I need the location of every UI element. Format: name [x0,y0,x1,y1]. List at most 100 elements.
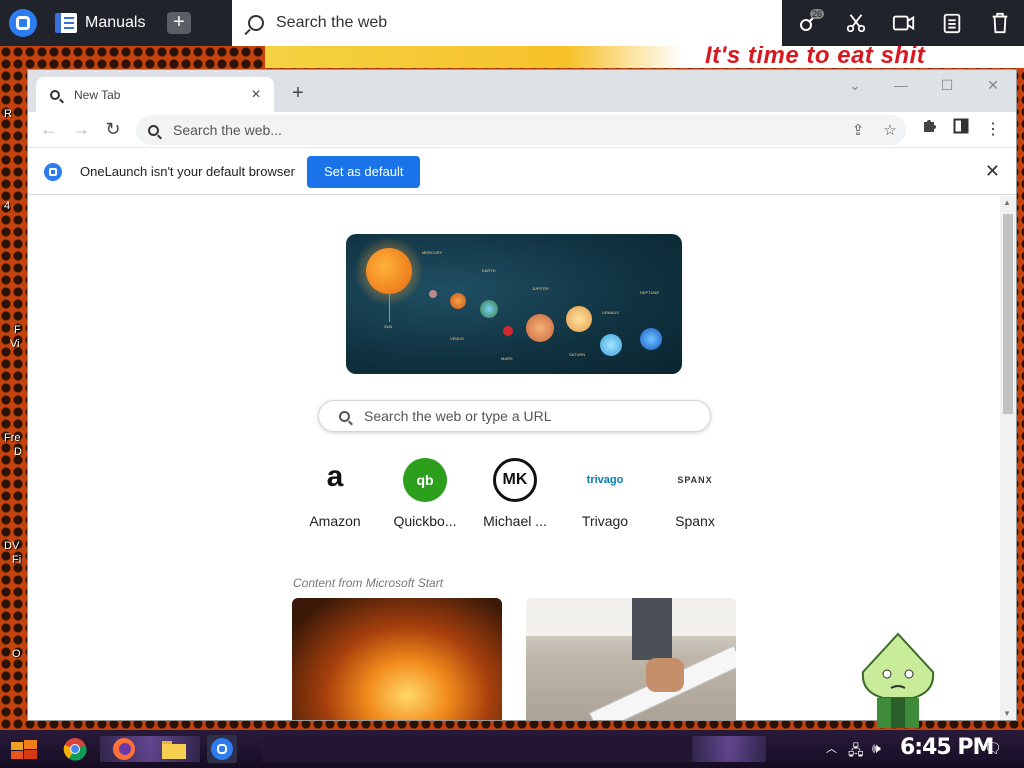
browser-window: New Tab × + ⌄ — ☐ ✕ ← → ↻ Search the web… [28,70,1016,720]
page-scrollbar[interactable]: ▲ ▼ [1000,196,1016,720]
onelaunch-logo-icon [44,162,62,181]
shortcut-michael-kors[interactable]: MK Michael ... [470,458,560,529]
mars-label: MARS [501,356,513,361]
onelaunch-top-bar: Manuals + Search the web 26 [0,0,1024,46]
close-tab-icon[interactable]: × [248,86,264,104]
desktop-icon-label[interactable]: Fi [12,554,21,566]
manual-book-icon [55,13,77,33]
peridot-mascot-sticker [861,632,935,728]
desktop-icon-label[interactable]: Vi [10,338,20,350]
shortcut-label: Amazon [309,513,361,529]
side-panel-icon[interactable] [946,118,976,142]
close-infobar-icon[interactable]: ✕ [985,161,1000,182]
address-bar[interactable]: Search the web... ⇪ ☆ [136,115,906,145]
minimize-button[interactable]: — [878,72,924,100]
scrollbar-thumb[interactable] [1003,214,1013,414]
trivago-logo-icon: trivago [583,458,627,502]
desktop-icon-label[interactable]: 4 [4,200,10,212]
new-tab-button[interactable]: + [286,82,310,106]
desktop-icon-label[interactable]: DV [4,540,19,552]
shortcut-amazon[interactable]: a Amazon [290,458,380,529]
pinned-app-label: Manuals [85,14,146,31]
quickbooks-logo-icon: qb [403,458,447,502]
onelaunch-logo-icon [211,738,233,760]
reload-button[interactable]: ↻ [100,118,126,142]
search-icon [148,124,159,136]
desktop-icon-label[interactable]: F [14,324,21,336]
file-explorer-taskbar-button[interactable] [160,735,188,763]
firefox-icon [113,738,135,760]
ntp-search-input[interactable]: Search the web or type a URL [318,400,711,432]
tray-overflow-chevron-icon[interactable]: ︿ [826,740,837,756]
shortcut-spanx[interactable]: SPANX Spanx [650,458,740,529]
default-browser-infobar: OneLaunch isn't your default browser Set… [28,149,1016,195]
scroll-up-arrow-icon[interactable]: ▲ [1003,198,1011,207]
chrome-taskbar-button[interactable] [61,735,89,763]
shortcut-trivago[interactable]: trivago Trivago [560,458,650,529]
chrome-icon [63,738,87,761]
neptune-label: NEPTUNE [640,290,660,295]
search-icon [50,89,60,100]
tab-strip: New Tab × + ⌄ — ☐ ✕ [28,70,1016,112]
desktop-icon-label[interactable]: R [4,108,12,120]
news-card-fire-image[interactable] [292,598,502,720]
feed-label: Content from Microsoft Start [293,576,444,590]
onelaunch-taskbar-button[interactable] [207,735,237,763]
tab-search-chevron-icon[interactable]: ⌄ [832,72,878,100]
menu-kebab-icon[interactable]: ⋮ [978,118,1008,142]
taskbar-clock[interactable]: 6:45 PM [900,735,994,760]
extensions-puzzle-icon[interactable] [914,118,944,142]
volume-icon[interactable]: 🕪 [872,740,881,757]
earth-label: EARTH [482,268,496,273]
sun-label: SUN [384,324,393,329]
jupiter-label: JUPITER [532,286,549,291]
bookmark-star-icon[interactable]: ☆ [874,121,906,139]
onelaunch-search-bar[interactable]: Search the web [232,0,782,46]
clipboard-button[interactable] [928,0,976,46]
michael-kors-logo-icon: MK [493,458,537,502]
trash-icon [992,12,1008,34]
news-card-construction-image[interactable] [526,598,736,720]
scissors-icon [846,14,866,33]
desktop-icon-label[interactable]: D [14,446,22,458]
close-window-button[interactable]: ✕ [970,72,1016,100]
desktop-icon-label[interactable]: O [12,648,21,660]
start-logo-icon [11,740,37,759]
tab-new-tab[interactable]: New Tab × [36,77,274,112]
venus-label: VENUS [450,336,464,341]
shortcut-tiles: a Amazon qb Quickbo... MK Michael ... tr… [290,458,750,538]
trash-button[interactable] [976,0,1024,46]
scroll-down-arrow-icon[interactable]: ▼ [1003,709,1011,718]
solar-system-hero-image: SUN MERCURY VENUS EARTH MARS JUPITER SAT… [346,234,682,374]
amazon-logo-icon: a [313,458,357,502]
start-button[interactable] [10,735,38,763]
infobar-message: OneLaunch isn't your default browser [80,164,295,179]
ntp-search-placeholder: Search the web or type a URL [364,408,552,424]
shortcut-label: Trivago [581,513,629,529]
address-placeholder: Search the web... [173,122,282,138]
add-app-button[interactable]: + [167,12,191,34]
mercury-label: MERCURY [422,250,443,255]
extensions-tool[interactable]: 26 [784,0,832,46]
set-as-default-button[interactable]: Set as default [306,155,421,188]
desktop-icon-label[interactable]: Fre [4,432,21,444]
notifications-icon[interactable]: 🗨 [984,740,1002,757]
onelaunch-logo-icon[interactable] [9,9,37,37]
onelaunch-search-placeholder: Search the web [276,14,388,31]
share-icon[interactable]: ⇪ [842,121,874,139]
back-button[interactable]: ← [36,118,62,142]
firefox-taskbar-button[interactable] [110,735,138,763]
screen-record-button[interactable] [880,0,928,46]
pinned-app-manuals[interactable]: Manuals [55,10,145,36]
onelaunch-tools: 26 [784,0,1024,46]
shortcut-quickbooks[interactable]: qb Quickbo... [380,458,470,529]
clipboard-icon [943,13,961,34]
shortcut-label: Quickbo... [393,513,457,529]
snipping-tool-button[interactable] [832,0,880,46]
folder-icon [162,741,186,759]
maximize-button[interactable]: ☐ [924,72,970,100]
video-camera-icon [892,15,915,31]
shortcut-label: Spanx [675,513,715,529]
network-icon[interactable]: 🖧 [848,740,864,764]
forward-button[interactable]: → [68,118,94,142]
